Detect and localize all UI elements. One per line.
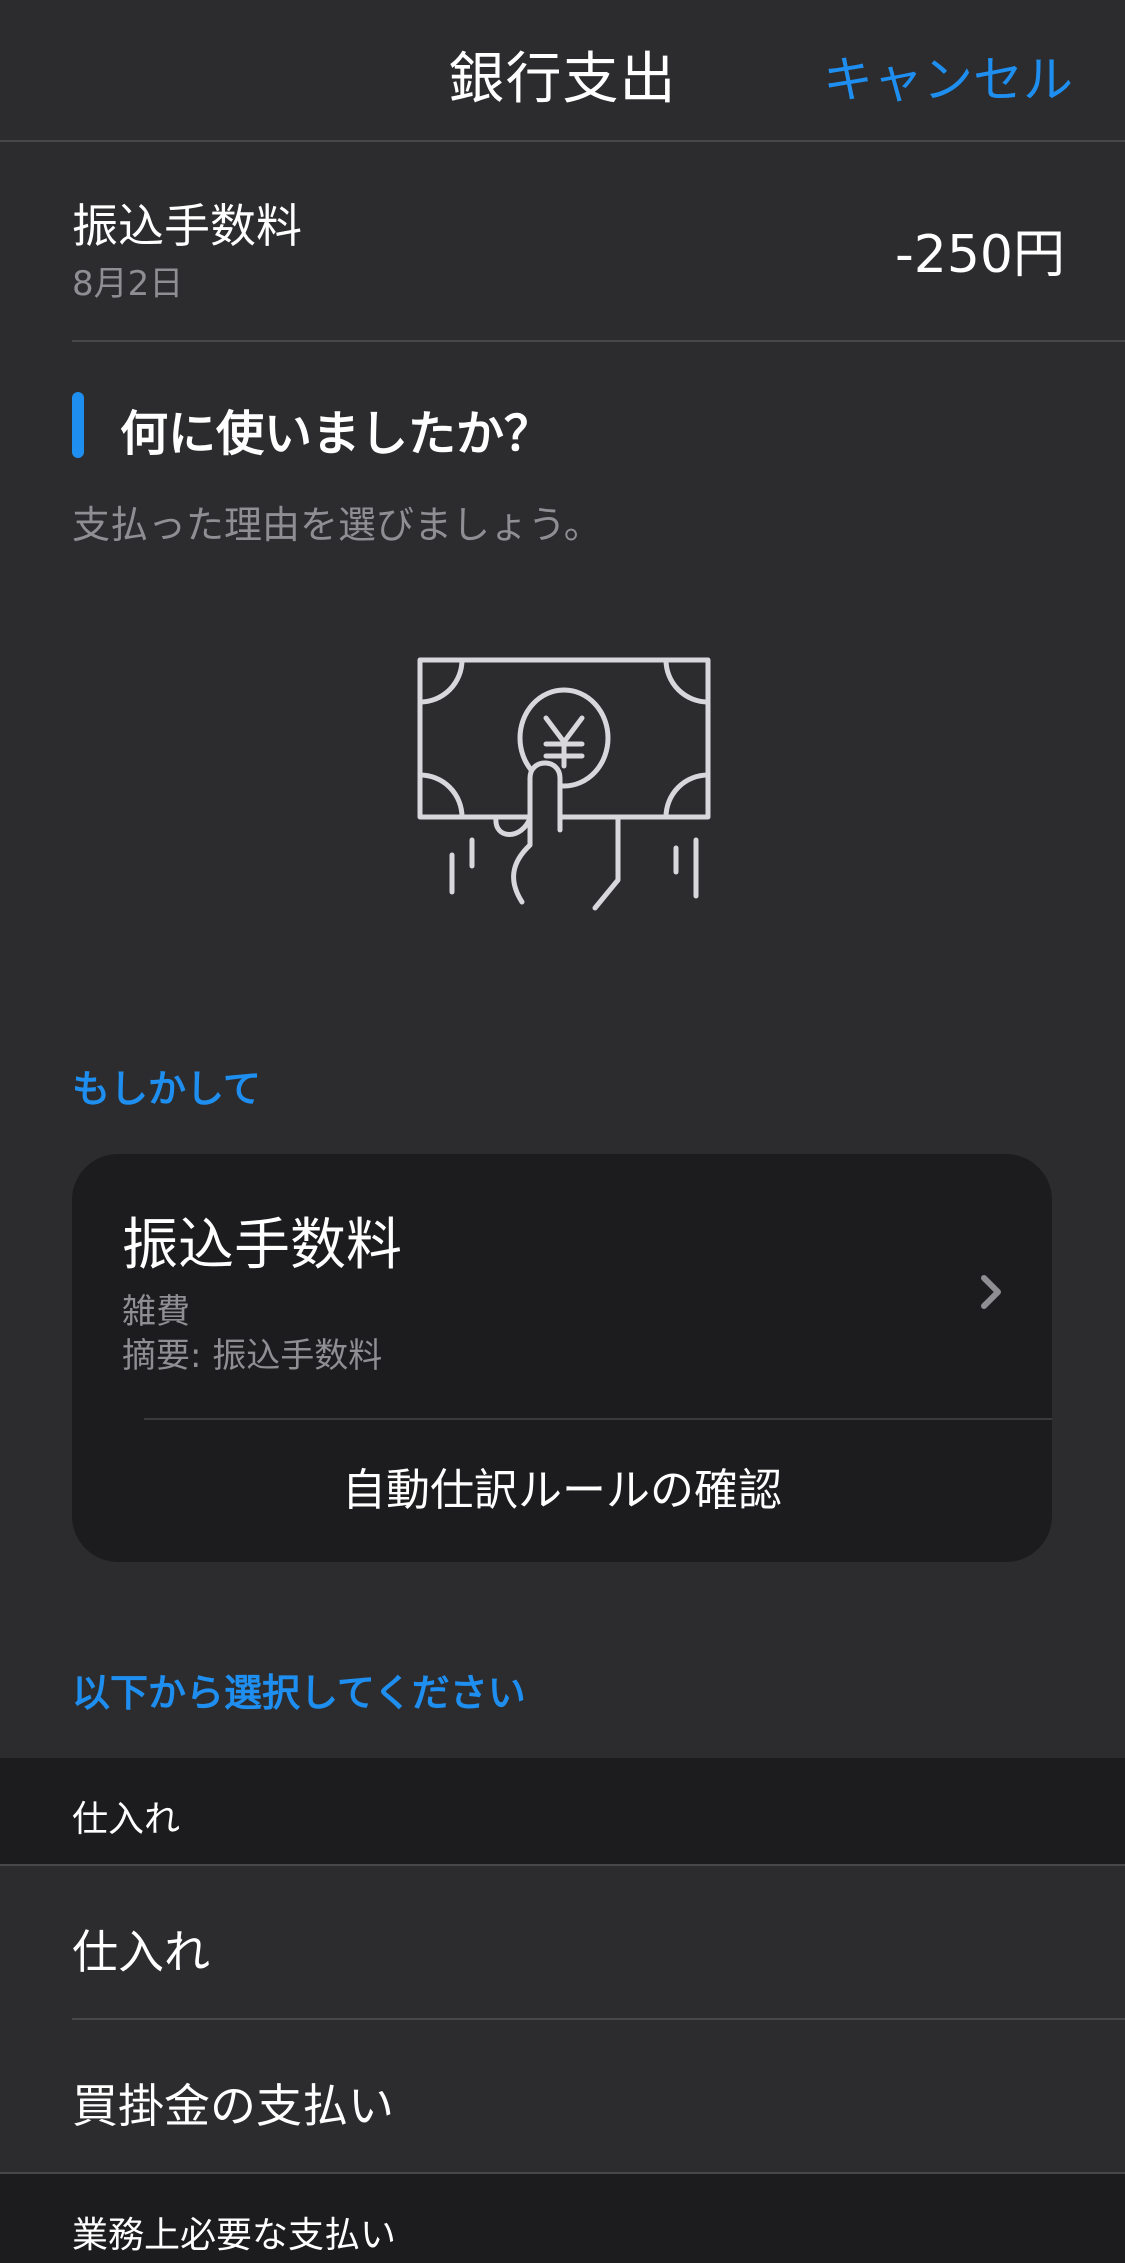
- suggestion-section-label: もしかして: [72, 1067, 261, 1111]
- chevron-right-icon: [976, 1272, 1006, 1312]
- transaction-amount: -250円: [894, 225, 1065, 285]
- auto-journal-rule-button[interactable]: 自動仕訳ルールの確認: [72, 1420, 1052, 1562]
- hand-holding-yen-bill-icon: [400, 640, 730, 930]
- navigation-bar: 銀行支出 キャンセル: [0, 0, 1125, 142]
- group-header-label: 仕入れ: [72, 1799, 181, 1840]
- screen: 銀行支出 キャンセル 振込手数料 8月2日 -250円 何に使いましたか？ 支払…: [0, 0, 1125, 2263]
- list-item[interactable]: 買掛金の支払い: [0, 2020, 1125, 2174]
- transaction-summary: 振込手数料 8月2日 -250円: [72, 142, 1125, 342]
- suggestion-memo: 摘要: 振込手数料: [122, 1336, 383, 1376]
- heading-accent-bar: [72, 392, 84, 458]
- suggestion-card: 振込手数料 雑費 摘要: 振込手数料 自動仕訳ルールの確認: [72, 1154, 1052, 1562]
- transaction-name: 振込手数料: [72, 199, 302, 253]
- question-subtitle: 支払った理由を選びましょう。: [72, 503, 602, 547]
- cancel-button[interactable]: キャンセル: [823, 40, 1073, 112]
- question-title: 何に使いましたか？: [120, 406, 553, 462]
- list-item[interactable]: 仕入れ: [0, 1866, 1125, 2020]
- suggestion-category: 雑費: [122, 1292, 190, 1332]
- group-header: 仕入れ: [0, 1758, 1125, 1864]
- list-item-label: 買掛金の支払い: [72, 2079, 394, 2133]
- suggestion-item[interactable]: 振込手数料 雑費 摘要: 振込手数料: [72, 1154, 1052, 1418]
- group-header-label: 業務上必要な支払い: [72, 2215, 397, 2256]
- select-section-label: 以下から選択してください: [72, 1671, 526, 1715]
- transaction-date: 8月2日: [72, 264, 184, 304]
- list-item-label: 仕入れ: [72, 1925, 210, 1979]
- group-header: 業務上必要な支払い: [0, 2174, 1125, 2263]
- suggestion-title: 振込手数料: [122, 1213, 402, 1278]
